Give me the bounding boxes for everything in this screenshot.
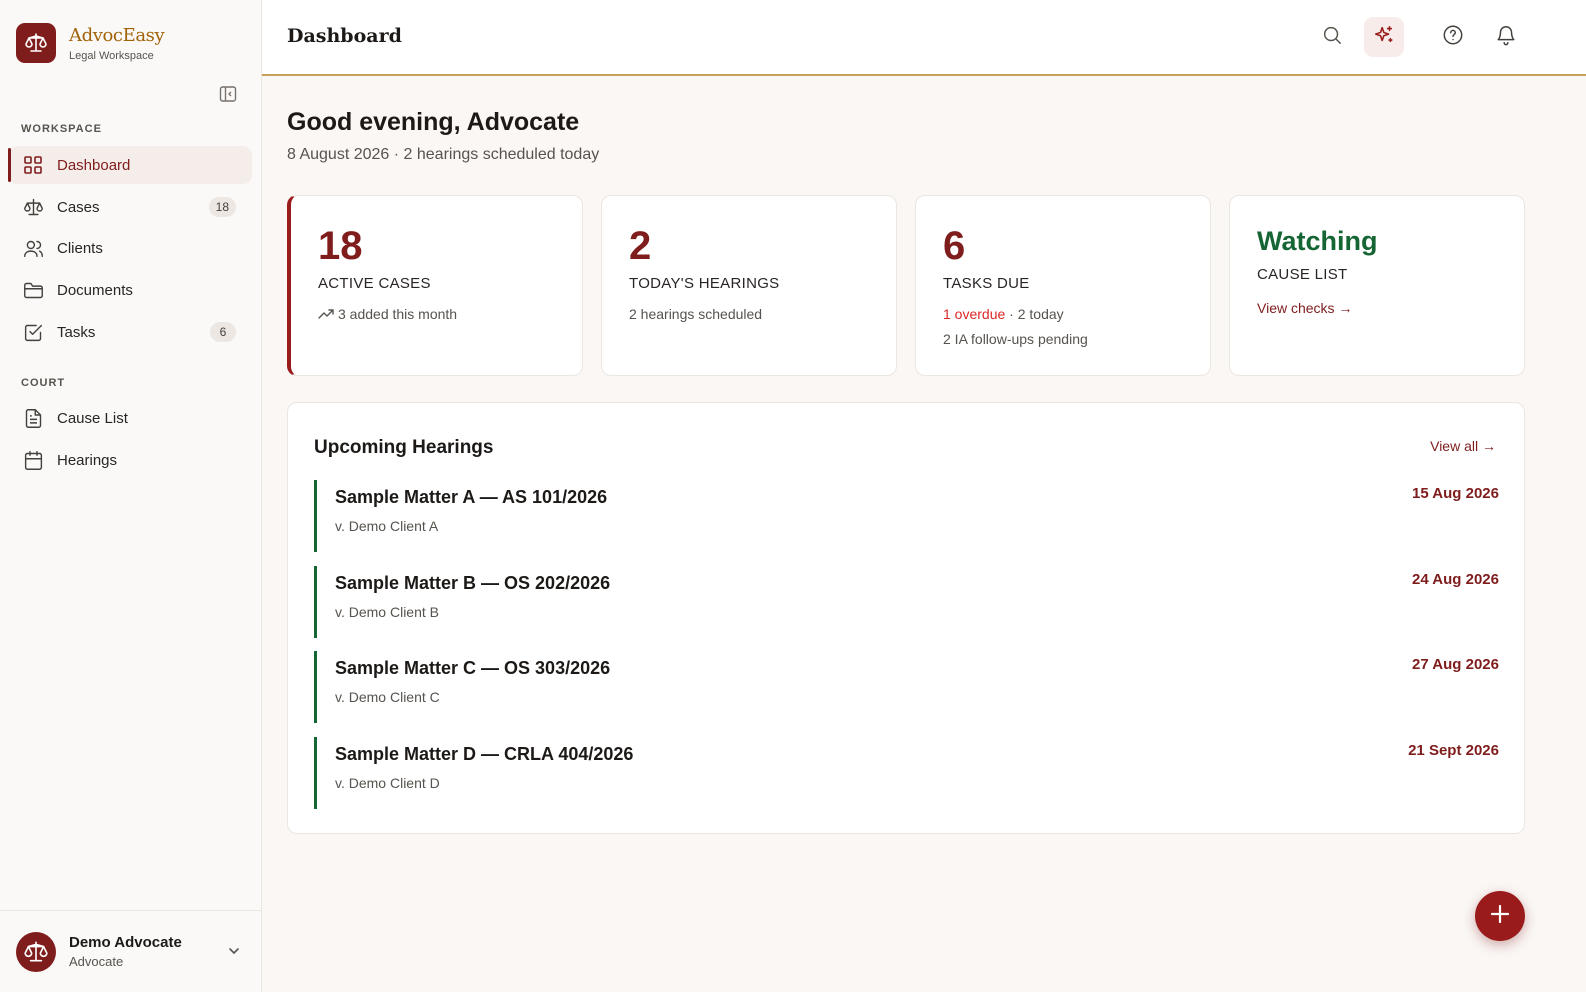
cause-list-label: CAUSE LIST [1257, 266, 1348, 283]
sidebar-item-clients[interactable]: Clients [8, 229, 252, 267]
sidebar-item-label: Cause List [57, 409, 128, 427]
checkbox-icon [22, 321, 44, 343]
tasks-pending: 2 IA follow-ups pending [943, 331, 1088, 347]
hearings-count: 2 [629, 224, 652, 268]
greeting-title: Good evening, Advocate [287, 108, 580, 136]
sidebar: AdvocEasy Legal Workspace WORKSPACE Dash… [0, 0, 262, 992]
active-cases-trend: 3 added this month [318, 306, 457, 322]
todays-hearings-card[interactable]: 2 TODAY'S HEARINGS 2 hearings scheduled [601, 195, 897, 376]
bell-icon [1495, 24, 1517, 51]
sidebar-item-dashboard[interactable]: Dashboard [8, 146, 252, 184]
hearing-title: Sample Matter C — OS 303/2026 [335, 658, 611, 678]
ai-assistant-button[interactable] [1364, 17, 1404, 57]
trending-up-icon [318, 307, 334, 321]
hearing-item[interactable]: Sample Matter B — OS 202/2026 v. Demo Cl… [314, 566, 1499, 638]
sidebar-item-label: Hearings [57, 451, 118, 469]
count-badge: 18 [208, 197, 236, 217]
grid-icon [22, 154, 44, 176]
panel-title: Upcoming Hearings [314, 437, 494, 458]
hearing-title: Sample Matter D — CRLA 404/2026 [335, 744, 634, 764]
today-count: · 2 today [1005, 306, 1064, 322]
user-menu[interactable]: Demo Advocate Advocate [0, 910, 261, 992]
cause-list-status: Watching [1257, 226, 1378, 256]
plus-icon [1489, 903, 1511, 930]
overdue-count: 1 overdue [943, 306, 1006, 322]
sidebar-collapse-icon[interactable] [219, 85, 237, 103]
hearing-client: v. Demo Client C [335, 689, 440, 705]
avatar [16, 931, 56, 972]
folder-icon [22, 279, 44, 301]
count-badge: 6 [210, 322, 236, 342]
hearing-date: 24 Aug 2026 [1412, 571, 1499, 588]
sidebar-item-label: Cases [57, 198, 100, 216]
hearing-item[interactable]: Sample Matter C — OS 303/2026 v. Demo Cl… [314, 651, 1499, 723]
greeting-subtitle: 8 August 2026 · 2 hearings scheduled tod… [287, 146, 600, 163]
hearing-client: v. Demo Client D [335, 775, 440, 791]
chevron-down-icon [227, 944, 241, 963]
sparkles-icon [1373, 24, 1395, 51]
sidebar-item-label: Documents [57, 281, 133, 299]
tasks-status: 1 overdue · 2 today [943, 306, 1064, 322]
hearing-client: v. Demo Client A [335, 518, 439, 534]
active-cases-label: ACTIVE CASES [318, 275, 431, 292]
sidebar-item-label: Clients [57, 239, 103, 257]
hearing-item[interactable]: Sample Matter D — CRLA 404/2026 v. Demo … [314, 737, 1499, 809]
hearing-date: 21 Sept 2026 [1408, 742, 1499, 759]
brand[interactable]: AdvocEasy Legal Workspace [16, 23, 165, 63]
hearing-date: 15 Aug 2026 [1412, 485, 1499, 502]
sidebar-item-documents[interactable]: Documents [8, 271, 252, 309]
sidebar-item-cases[interactable]: Cases 18 [8, 188, 252, 226]
scales-icon [16, 23, 56, 63]
hearings-sub: 2 hearings scheduled [629, 306, 763, 322]
hearings-label: TODAY'S HEARINGS [629, 275, 780, 292]
help-icon [1442, 24, 1464, 51]
tasks-due-card[interactable]: 6 TASKS DUE 1 overdue · 2 today 2 IA fol… [915, 195, 1211, 376]
hearing-title: Sample Matter A — AS 101/2026 [335, 487, 608, 507]
hearing-title: Sample Matter B — OS 202/2026 [335, 573, 611, 593]
view-all-link[interactable]: View all → [1430, 438, 1496, 454]
sidebar-item-label: Tasks [57, 323, 96, 341]
sidebar-item-hearings[interactable]: Hearings [8, 441, 252, 479]
brand-name: AdvocEasy [69, 24, 165, 46]
brand-subtitle: Legal Workspace [69, 49, 154, 62]
document-icon [22, 407, 44, 429]
sidebar-item-tasks[interactable]: Tasks 6 [8, 313, 252, 351]
add-button[interactable] [1475, 891, 1525, 941]
active-cases-sub: 3 added this month [338, 306, 458, 322]
sidebar-item-label: Dashboard [57, 156, 131, 174]
help-button[interactable] [1433, 17, 1473, 57]
search-button[interactable] [1312, 17, 1352, 57]
section-label-workspace: WORKSPACE [21, 123, 102, 135]
tasks-count: 6 [943, 224, 966, 268]
hearing-item[interactable]: Sample Matter A — AS 101/2026 v. Demo Cl… [314, 480, 1499, 552]
sidebar-item-cause-list[interactable]: Cause List [8, 399, 252, 437]
section-label-court: COURT [21, 377, 66, 389]
search-icon [1321, 24, 1343, 51]
cause-list-card[interactable]: Watching CAUSE LIST View checks → [1229, 195, 1525, 376]
active-cases-count: 18 [318, 224, 363, 268]
upcoming-hearings-panel: Upcoming Hearings View all → Sample Matt… [287, 402, 1525, 834]
view-checks-link[interactable]: View checks → [1257, 300, 1352, 316]
scales-icon [22, 196, 44, 218]
notifications-button[interactable] [1486, 17, 1526, 57]
active-cases-card[interactable]: 18 ACTIVE CASES 3 added this month [287, 195, 583, 376]
user-name: Demo Advocate [69, 934, 182, 951]
hearing-client: v. Demo Client B [335, 604, 439, 620]
hearing-date: 27 Aug 2026 [1412, 656, 1499, 673]
top-bar: Dashboard [262, 0, 1586, 76]
users-icon [22, 237, 44, 259]
page-title: Dashboard [287, 25, 402, 47]
user-role: Advocate [69, 954, 124, 969]
tasks-label: TASKS DUE [943, 275, 1030, 292]
calendar-icon [22, 449, 44, 471]
